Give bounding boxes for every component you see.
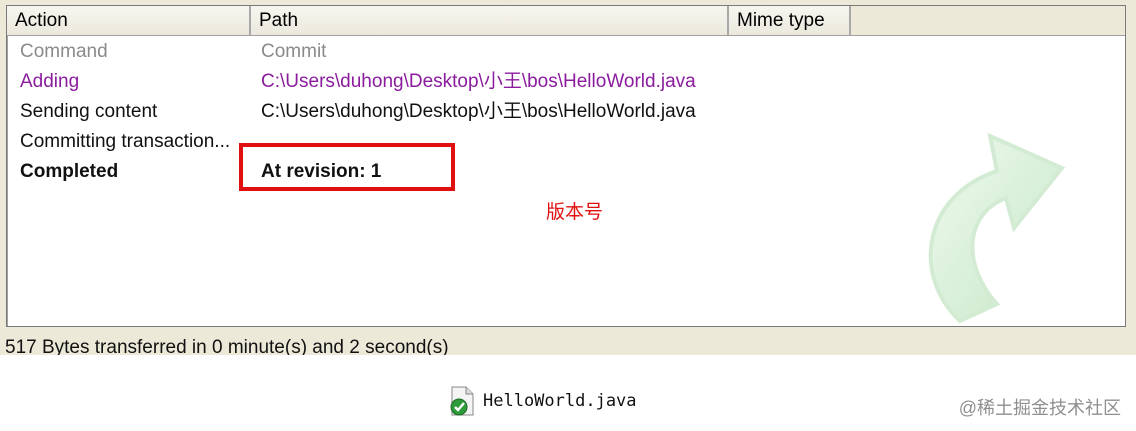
file-item[interactable]: HelloWorld.java — [449, 386, 637, 416]
revision-highlight-box — [239, 143, 455, 191]
list-row-committing[interactable]: Committing transaction... — [7, 127, 1007, 157]
list-row-adding[interactable]: Adding C:\Users\duhong\Desktop\小王\bos\He… — [7, 67, 1007, 97]
commit-results-list: Action Path Mime type Command Commit Add… — [6, 5, 1126, 327]
row-action: Committing transaction... — [20, 131, 231, 152]
revision-annotation: 版本号 — [546, 202, 604, 223]
commit-dialog: Action Path Mime type Command Commit Add… — [0, 0, 1136, 355]
commit-arrow-icon — [928, 132, 1066, 324]
column-header-path[interactable]: Path — [251, 6, 729, 35]
column-header-action[interactable]: Action — [7, 6, 251, 35]
list-row-sending-content[interactable]: Sending content C:\Users\duhong\Desktop\… — [7, 97, 1007, 127]
list-header: Action Path Mime type — [7, 6, 1125, 36]
row-action: Command — [20, 41, 108, 62]
row-path: Commit — [261, 41, 327, 62]
list-row-completed[interactable]: Completed At revision: 1 — [7, 157, 1007, 187]
watermark: @稀土掘金技术社区 — [958, 398, 1121, 418]
row-action: Sending content — [20, 101, 158, 122]
list-row-command[interactable]: Command Commit — [7, 37, 1007, 67]
row-path: C:\Users\duhong\Desktop\小王\bos\HelloWorl… — [261, 101, 696, 122]
file-name: HelloWorld.java — [483, 391, 637, 411]
row-action: Adding — [20, 71, 80, 92]
row-path: C:\Users\duhong\Desktop\小王\bos\HelloWorl… — [261, 71, 696, 92]
column-header-mime-type[interactable]: Mime type — [729, 6, 851, 35]
java-file-committed-icon — [450, 386, 474, 416]
row-action: Completed — [20, 161, 119, 182]
transfer-status: 517 Bytes transferred in 0 minute(s) and… — [5, 337, 449, 355]
